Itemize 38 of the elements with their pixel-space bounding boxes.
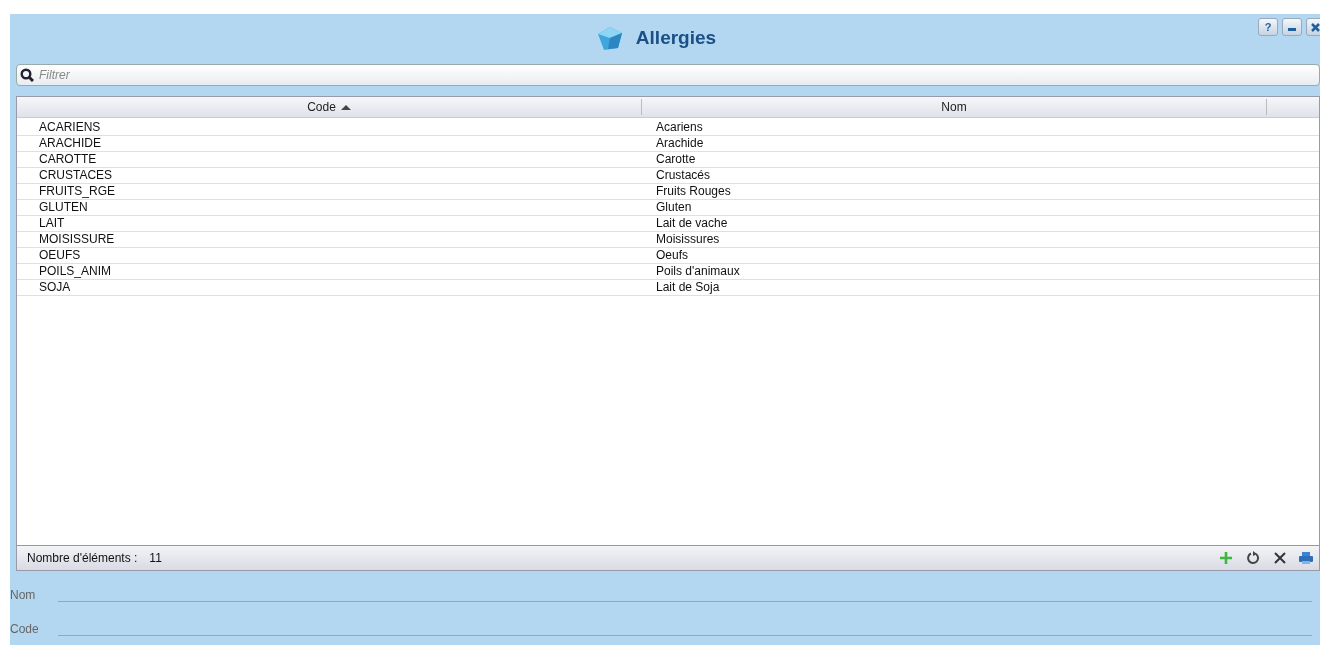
table-cell-text: Gluten — [655, 200, 693, 215]
help-button[interactable]: ? — [1258, 18, 1278, 36]
table-cell-text: CAROTTE — [38, 152, 98, 167]
table-cell-text: MOISISSURE — [38, 232, 116, 247]
table-cell-text: Crustacés — [655, 168, 712, 183]
delete-icon[interactable] — [1273, 551, 1287, 565]
field-label: Code — [10, 622, 40, 636]
refresh-icon[interactable] — [1245, 550, 1261, 566]
table-cell-text: LAIT — [38, 216, 66, 231]
table-cell-text: FRUITS_RGE — [38, 184, 116, 199]
table-cell-text: Carotte — [655, 152, 697, 167]
table-cell-text: Poils d'animaux — [655, 264, 741, 279]
column-header[interactable]: Nom — [642, 99, 1267, 115]
field-label: Nom — [10, 588, 37, 602]
table-cell-text: Fruits Rouges — [655, 184, 732, 199]
count-value: 11 — [149, 551, 162, 565]
print-icon[interactable] — [1299, 551, 1313, 565]
close-button[interactable] — [1306, 18, 1320, 36]
table-cell-text: Lait de Soja — [655, 280, 721, 295]
table-cell-text: CRUSTACES — [38, 168, 114, 183]
table-cell-text: GLUTEN — [38, 200, 89, 215]
table-cell-text: ACARIENS — [38, 120, 102, 135]
table-cell-text: Moisissures — [655, 232, 721, 247]
minimize-button[interactable] — [1282, 18, 1302, 36]
count-label: Nombre d'éléments : — [27, 551, 138, 565]
close-icon — [1311, 22, 1320, 32]
table-cell-text: SOJA — [38, 280, 72, 295]
table-cell-text: Oeufs — [655, 248, 689, 263]
table-cell-text: Lait de vache — [655, 216, 729, 231]
table-cell-text: OEUFS — [38, 248, 82, 263]
table-cell-text: ARACHIDE — [38, 136, 102, 151]
table-cell-text: Acariens — [655, 120, 704, 135]
window-title: Allergies — [635, 27, 717, 49]
table-cell-text: Arachide — [655, 136, 705, 151]
filter-field[interactable]: Filtrer — [16, 64, 1320, 86]
table-cell-text: POILS_ANIM — [38, 264, 113, 279]
search-icon — [20, 68, 34, 82]
column-header[interactable]: Code — [17, 99, 642, 115]
